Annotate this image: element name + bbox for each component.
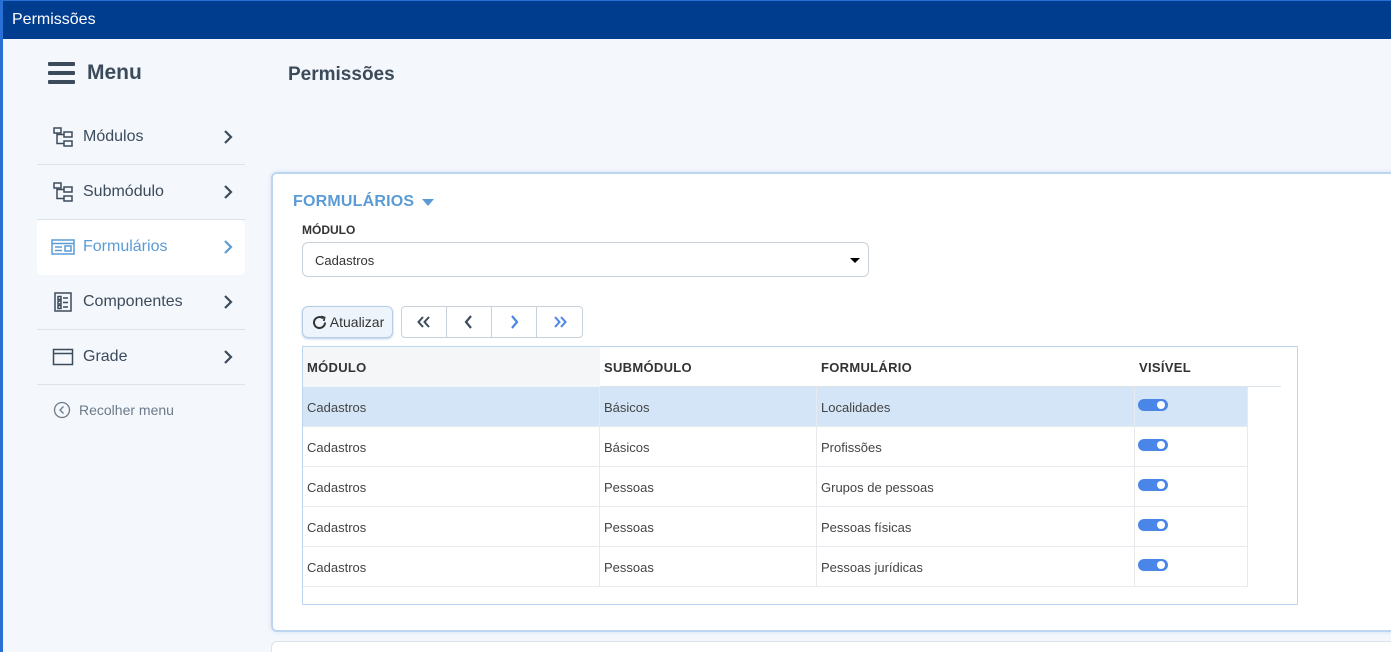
table-row[interactable]: Cadastros Pessoas Grupos de pessoas [303,467,1248,507]
cell-submodulo: Pessoas [600,507,817,547]
caret-down-icon [422,198,435,206]
menu-label: Menu [87,61,142,84]
refresh-button[interactable]: Atualizar [302,306,393,338]
sidebar: Menu Módulos Submódulo Formulários Compo… [0,39,250,652]
refresh-icon [312,315,326,329]
dropdown-arrow-icon [850,258,860,263]
grid-header: MÓDULO SUBMÓDULO FORMULÁRIO VISÍVEL [303,347,1281,387]
sidebar-item-label: Grade [83,348,128,365]
sidebar-item-submodulo[interactable]: Submódulo [37,165,245,220]
cell-visivel [1135,387,1248,427]
sidebar-item-formularios[interactable]: Formulários [37,220,245,275]
cell-modulo: Cadastros [303,547,600,587]
cell-visivel [1135,427,1248,467]
column-header-visivel[interactable]: VISÍVEL [1135,347,1281,387]
section-title: FORMULÁRIOS [293,193,415,210]
checklist-icon [51,290,75,314]
table-row[interactable]: Cadastros Pessoas Pessoas físicas [303,507,1248,547]
sidebar-nav: Módulos Submódulo Formulários Componente… [37,110,245,385]
section-toggle[interactable]: FORMULÁRIOS [293,193,435,211]
cell-formulario: Pessoas jurídicas [817,547,1135,587]
sidebar-item-componentes[interactable]: Componentes [37,275,245,330]
cell-modulo: Cadastros [303,387,600,427]
menu-toggle[interactable]: Menu [48,61,142,85]
window-icon [51,345,75,369]
column-header-submodulo[interactable]: SUBMÓDULO [600,347,817,387]
cell-formulario: Localidades [817,387,1135,427]
cell-modulo: Cadastros [303,467,600,507]
table-row[interactable]: Cadastros Pessoas Pessoas jurídicas [303,547,1248,587]
column-header-modulo[interactable]: MÓDULO [303,347,600,387]
last-page-button[interactable] [537,307,582,337]
hamburger-icon [48,62,75,84]
table-row[interactable]: Cadastros Básicos Profissões [303,427,1248,467]
chevron-right-icon [511,315,519,329]
form-icon [51,235,75,259]
secondary-card [271,641,1391,652]
prev-page-button[interactable] [447,307,492,337]
cell-modulo: Cadastros [303,507,600,547]
first-page-button[interactable] [402,307,447,337]
sidebar-item-label: Componentes [83,293,183,310]
cell-submodulo: Pessoas [600,467,817,507]
visible-toggle[interactable] [1138,559,1168,571]
cell-formulario: Profissões [817,427,1135,467]
cell-submodulo: Pessoas [600,547,817,587]
module-field-label: MÓDULO [302,223,356,237]
window-title: Permissões [12,11,96,28]
cell-visivel [1135,507,1248,547]
cell-formulario: Grupos de pessoas [817,467,1135,507]
module-select-value: Cadastros [315,253,375,268]
chevron-left-circle-icon [53,401,71,419]
column-header-formulario[interactable]: FORMULÁRIO [817,347,1135,387]
double-chevron-right-icon [553,316,567,328]
title-bar: Permissões [0,0,1391,39]
forms-card: FORMULÁRIOS MÓDULO Cadastros Atualizar M… [271,172,1391,632]
chevron-right-icon [224,240,233,254]
table-row[interactable]: Cadastros Básicos Localidades [303,387,1248,427]
pagination [401,306,583,338]
chevron-right-icon [224,350,233,364]
collapse-menu-button[interactable]: Recolher menu [53,401,174,419]
cell-visivel [1135,547,1248,587]
sitemap-icon [51,125,75,149]
visible-toggle[interactable] [1138,439,1168,451]
visible-toggle[interactable] [1138,399,1168,411]
sidebar-item-modulos[interactable]: Módulos [37,110,245,165]
cell-formulario: Pessoas físicas [817,507,1135,547]
chevron-right-icon [224,185,233,199]
cell-modulo: Cadastros [303,427,600,467]
chevron-right-icon [224,295,233,309]
visible-toggle[interactable] [1138,519,1168,531]
chevron-left-icon [464,315,472,329]
double-chevron-left-icon [417,316,430,328]
next-page-button[interactable] [492,307,537,337]
sidebar-item-grade[interactable]: Grade [37,330,245,385]
permissions-grid: MÓDULO SUBMÓDULO FORMULÁRIO VISÍVEL Cada… [302,346,1298,605]
cell-visivel [1135,467,1248,507]
cell-submodulo: Básicos [600,387,817,427]
chevron-right-icon [224,130,233,144]
module-select[interactable]: Cadastros [302,242,869,277]
visible-toggle[interactable] [1138,479,1168,491]
cell-submodulo: Básicos [600,427,817,467]
sitemap-icon [51,180,75,204]
refresh-label: Atualizar [329,314,385,330]
page-title: Permissões [288,64,395,85]
sidebar-item-label: Submódulo [83,183,164,200]
sidebar-item-label: Formulários [83,238,168,255]
collapse-menu-label: Recolher menu [79,402,174,418]
sidebar-item-label: Módulos [83,128,144,145]
